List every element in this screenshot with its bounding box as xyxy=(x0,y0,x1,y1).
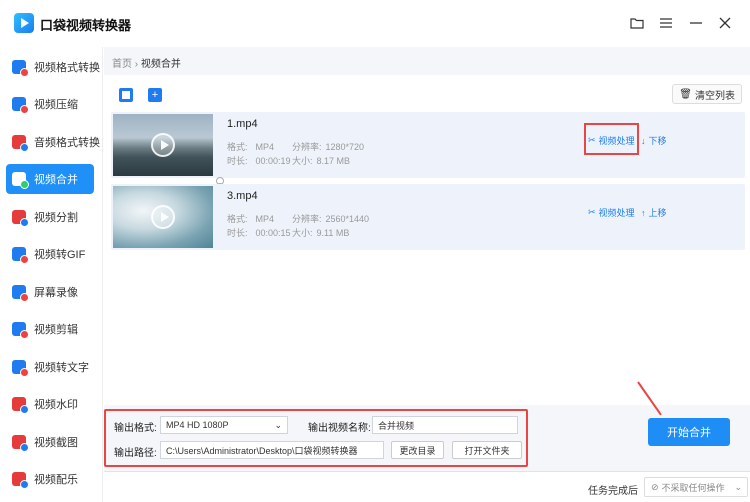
output-name-label: 输出视频名称: xyxy=(308,423,371,434)
sidebar-item-screenshot[interactable]: 视频截图 xyxy=(6,427,94,457)
screen-record-icon xyxy=(12,285,29,302)
video-process-button[interactable]: ✂ 视频处理 xyxy=(588,206,635,219)
sidebar-item-label: 视频配乐 xyxy=(34,474,78,486)
file-format: 格式: MP4 xyxy=(227,142,275,152)
minimize-icon[interactable] xyxy=(685,12,707,34)
music-icon xyxy=(12,472,29,489)
move-down-button[interactable]: ↓ 下移 xyxy=(641,134,667,147)
video-process-button[interactable]: ✂ 视频处理 xyxy=(588,134,635,147)
watermark-icon xyxy=(12,397,29,414)
video-edit-icon xyxy=(12,322,29,339)
file-duration: 时长: 00:00:15 xyxy=(227,228,291,238)
breadcrumb: 首页 › 视频合并 xyxy=(112,55,181,70)
after-task-select[interactable]: ⊘ 不采取任何操作 ⌄ xyxy=(644,477,748,497)
play-icon[interactable] xyxy=(151,133,175,157)
breadcrumb-current: 视频合并 xyxy=(140,59,181,70)
scissors-icon: ✂ xyxy=(588,135,596,145)
sidebar-item-watermark[interactable]: 视频水印 xyxy=(6,389,94,419)
trash-icon: 🗑 xyxy=(679,88,692,100)
sidebar: 视频格式转换 视频压缩 音频格式转换 视频合并 视频分割 视频转GIF 屏幕录像… xyxy=(0,47,103,502)
sidebar-item-compress[interactable]: 视频压缩 xyxy=(6,89,94,119)
breadcrumb-separator: › xyxy=(134,59,139,70)
sidebar-item-label: 视频转文字 xyxy=(34,362,89,374)
after-task-label: 任务完成后 xyxy=(588,486,638,497)
play-icon[interactable] xyxy=(151,205,175,229)
file-name: 1.mp4 xyxy=(227,118,258,130)
output-settings: 输出格式: MP4 HD 1080P ⌄ 输出视频名称: 合并视频 输出路径: … xyxy=(104,381,750,467)
video-thumbnail xyxy=(113,186,213,248)
file-list-panel: + 🗑 清空列表 1.mp4 格式: MP4 分辨率: 1280*720 时长: 00… xyxy=(104,75,750,455)
screenshot-icon xyxy=(12,435,29,452)
app-logo-icon xyxy=(14,13,34,33)
output-format-label: 输出格式: xyxy=(114,423,157,434)
chevron-down-icon: ⌄ xyxy=(274,419,282,430)
file-format: 格式: MP4 xyxy=(227,214,275,224)
chevron-down-icon: ⌄ xyxy=(734,481,742,492)
output-path-input[interactable]: C:\Users\Administrator\Desktop\口袋视频转换器 xyxy=(160,441,384,459)
file-duration: 时长: 00:00:19 xyxy=(227,156,291,166)
sidebar-item-label: 视频合并 xyxy=(34,174,78,186)
file-name: 3.mp4 xyxy=(227,190,258,202)
add-folder-icon[interactable]: + xyxy=(148,88,162,102)
file-resolution: 分辨率: 1280*720 xyxy=(292,142,365,152)
audio-convert-icon xyxy=(12,135,29,152)
file-row[interactable]: 1.mp4 格式: MP4 分辨率: 1280*720 时长: 00:00:19 大小… xyxy=(111,112,745,178)
scissors-icon: ✂ xyxy=(588,207,596,217)
title-bar: 口袋视频转换器 xyxy=(0,0,750,47)
status-bar: 任务完成后 ⊘ 不采取任何操作 ⌄ xyxy=(104,471,750,502)
arrow-down-icon: ↓ xyxy=(641,135,646,146)
sidebar-item-gif[interactable]: 视频转GIF xyxy=(6,239,94,269)
sidebar-item-merge[interactable]: 视频合并 xyxy=(6,164,94,194)
sidebar-item-label: 视频格式转换 xyxy=(34,62,100,74)
main-area: 首页 › 视频合并 + 🗑 清空列表 1.mp4 格式: MP4 分辨率: 1280… xyxy=(104,47,750,502)
sidebar-item-label: 视频截图 xyxy=(34,437,78,449)
output-path-label: 输出路径: xyxy=(114,448,157,459)
start-merge-button[interactable]: 开始合并 xyxy=(648,418,730,446)
sidebar-item-label: 视频剪辑 xyxy=(34,324,78,336)
move-up-button[interactable]: ↑ 上移 xyxy=(641,206,667,219)
menu-icon[interactable] xyxy=(655,12,677,34)
video-to-text-icon xyxy=(12,360,29,377)
sidebar-item-label: 视频压缩 xyxy=(34,99,78,111)
sidebar-item-audio-convert[interactable]: 音频格式转换 xyxy=(6,127,100,157)
no-action-icon: ⊘ xyxy=(651,481,659,492)
open-folder-button[interactable]: 打开文件夹 xyxy=(452,441,522,459)
sidebar-item-label: 视频水印 xyxy=(34,399,78,411)
output-name-input[interactable]: 合并视频 xyxy=(372,416,518,434)
sidebar-item-to-text[interactable]: 视频转文字 xyxy=(6,352,94,382)
file-resolution: 分辨率: 2560*1440 xyxy=(292,214,370,224)
sidebar-item-label: 视频转GIF xyxy=(34,249,86,261)
clear-list-button[interactable]: 🗑 清空列表 xyxy=(672,84,742,104)
breadcrumb-home[interactable]: 首页 xyxy=(112,59,132,70)
file-size: 大小: 8.17 MB xyxy=(292,156,351,166)
sidebar-item-format-convert[interactable]: 视频格式转换 xyxy=(6,52,100,82)
file-size: 大小: 9.11 MB xyxy=(292,228,350,238)
arrow-up-icon: ↑ xyxy=(641,207,646,218)
close-icon[interactable] xyxy=(714,12,736,34)
sidebar-item-label: 音频格式转换 xyxy=(34,137,100,149)
file-row[interactable]: 3.mp4 格式: MP4 分辨率: 2560*1440 时长: 00:00:15 大… xyxy=(111,184,745,250)
change-directory-button[interactable]: 更改目录 xyxy=(391,441,444,459)
video-merge-icon xyxy=(12,172,29,189)
sidebar-item-music[interactable]: 视频配乐 xyxy=(6,464,94,494)
sidebar-item-split[interactable]: 视频分割 xyxy=(6,202,94,232)
output-format-select[interactable]: MP4 HD 1080P ⌄ xyxy=(160,416,288,434)
sidebar-item-label: 屏幕录像 xyxy=(34,287,78,299)
video-gif-icon xyxy=(12,247,29,264)
sidebar-item-screen-record[interactable]: 屏幕录像 xyxy=(6,277,94,307)
folder-icon[interactable] xyxy=(626,12,648,34)
clear-list-label: 清空列表 xyxy=(695,90,735,102)
video-convert-icon xyxy=(12,60,29,77)
video-thumbnail xyxy=(113,114,213,176)
video-compress-icon xyxy=(12,97,29,114)
sidebar-item-edit[interactable]: 视频剪辑 xyxy=(6,314,94,344)
app-title: 口袋视频转换器 xyxy=(40,18,132,33)
sidebar-item-label: 视频分割 xyxy=(34,212,78,224)
video-split-icon xyxy=(12,210,29,227)
add-file-icon[interactable] xyxy=(119,88,133,102)
